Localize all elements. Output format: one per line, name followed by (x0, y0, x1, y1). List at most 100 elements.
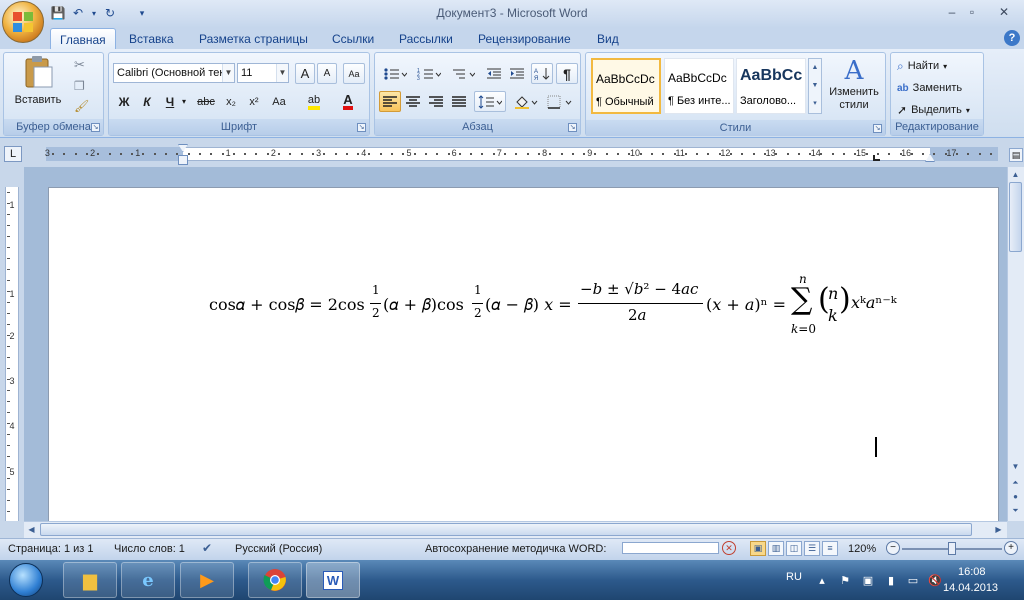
underline-button[interactable]: Ч (159, 91, 181, 112)
shrink-font-button[interactable]: A (317, 63, 337, 84)
scroll-down-icon[interactable]: ▼ (1009, 460, 1022, 473)
explorer-taskbar-button[interactable]: ▆ (63, 562, 117, 598)
tab-insert[interactable]: Вставка (120, 28, 183, 50)
bullets-button[interactable] (379, 63, 411, 84)
shading-button[interactable] (511, 91, 541, 112)
scroll-right-icon[interactable]: ▶ (992, 523, 1005, 536)
view-ruler-icon[interactable]: ▤ (1009, 148, 1023, 162)
tab-stop-selector[interactable]: L (4, 146, 22, 162)
style-normal[interactable]: AaBbCcDc ¶ Обычный (591, 58, 661, 114)
network-icon[interactable]: ▮ (884, 574, 898, 588)
multilevel-list-button[interactable] (447, 63, 479, 84)
chevron-down-icon[interactable]: ▼ (809, 77, 821, 95)
underline-dropdown-icon[interactable]: ▾ (182, 97, 186, 106)
browse-object-icon[interactable]: ● (1009, 490, 1022, 503)
decrease-indent-button[interactable] (483, 63, 505, 84)
clipboard-launcher-icon[interactable]: ↘ (91, 123, 100, 132)
language[interactable]: Русский (Россия) (235, 543, 322, 555)
chrome-taskbar-button[interactable] (248, 562, 302, 598)
chevron-down-icon[interactable]: ▼ (276, 64, 288, 82)
replace-button[interactable]: ab Заменить (897, 79, 981, 97)
view-draft-icon[interactable]: ≡ (822, 541, 838, 556)
clock-time[interactable]: 16:08 (958, 566, 986, 578)
page-count[interactable]: Страница: 1 из 1 (8, 543, 94, 555)
zoom-in-icon[interactable]: + (1004, 541, 1018, 555)
cut-icon[interactable]: ✂ (74, 57, 85, 73)
media-player-taskbar-button[interactable]: ▶ (180, 562, 234, 598)
word-count[interactable]: Число слов: 1 (114, 543, 185, 555)
clear-format-button[interactable]: Aa (343, 63, 365, 84)
next-page-icon[interactable]: ⏷ (1009, 504, 1022, 517)
left-tab-stop[interactable] (873, 155, 880, 161)
ie-taskbar-button[interactable]: e (121, 562, 175, 598)
sort-button[interactable]: АЯ (531, 63, 553, 84)
align-left-button[interactable] (379, 91, 401, 112)
document-page[interactable] (48, 187, 999, 527)
scroll-up-icon[interactable]: ▲ (1009, 168, 1022, 181)
strikethrough-button[interactable]: abc (193, 91, 219, 112)
font-name-combo[interactable]: Calibri (Основной текст) ▼ (113, 63, 235, 83)
align-center-button[interactable] (402, 91, 424, 112)
previous-page-icon[interactable]: ⏶ (1009, 476, 1022, 489)
grow-font-button[interactable]: A (295, 63, 315, 84)
view-full-screen-icon[interactable]: ▥ (768, 541, 784, 556)
volume-muted-icon[interactable]: 🔇 (928, 574, 942, 588)
more-styles-icon[interactable]: ▾ (809, 95, 821, 113)
tab-review[interactable]: Рецензирование (469, 28, 580, 50)
scroll-left-icon[interactable]: ◀ (25, 523, 38, 536)
align-right-button[interactable] (425, 91, 447, 112)
close-button[interactable]: ✕ (990, 2, 1018, 22)
zoom-level[interactable]: 120% (848, 543, 876, 555)
word-taskbar-button[interactable]: W (306, 562, 360, 598)
help-icon[interactable]: ? (1004, 30, 1020, 46)
style-no-spacing[interactable]: AaBbCcDc ¶ Без инте... (664, 58, 734, 114)
horizontal-scroll-thumb[interactable] (40, 523, 972, 536)
power-icon[interactable]: ▭ (906, 574, 920, 588)
left-indent-marker[interactable] (178, 155, 188, 165)
view-web-layout-icon[interactable]: ◫ (786, 541, 802, 556)
styles-gallery-scroll[interactable]: ▲ ▼ ▾ (808, 58, 822, 114)
view-print-layout-icon[interactable]: ▣ (750, 541, 766, 556)
justify-button[interactable] (448, 91, 470, 112)
increase-indent-button[interactable] (506, 63, 528, 84)
zoom-out-icon[interactable]: − (886, 541, 900, 555)
show-formatting-button[interactable]: ¶ (556, 63, 578, 84)
style-heading1[interactable]: AaBbCc Заголово... (736, 58, 806, 114)
proofing-icon[interactable]: ✔ (202, 541, 212, 555)
font-size-combo[interactable]: 11 ▼ (237, 63, 289, 83)
superscript-button[interactable]: x² (243, 91, 265, 112)
find-button[interactable]: ⌕ Найти ▾ (897, 57, 981, 75)
chevron-up-icon[interactable]: ▲ (809, 59, 821, 77)
show-hidden-icons-icon[interactable]: ▴ (815, 574, 829, 588)
cancel-autosave-icon[interactable]: ✕ (722, 541, 736, 555)
device-icon[interactable]: ▣ (861, 574, 875, 588)
vertical-scroll-thumb[interactable] (1009, 182, 1022, 252)
input-language[interactable]: RU (786, 571, 802, 583)
tab-mailings[interactable]: Рассылки (390, 28, 462, 50)
start-button[interactable] (2, 560, 50, 600)
font-launcher-icon[interactable]: ↘ (357, 123, 366, 132)
format-painter-icon[interactable]: 🖌 (74, 99, 89, 113)
tab-page-layout[interactable]: Разметка страницы (190, 28, 317, 50)
borders-button[interactable] (543, 91, 577, 112)
maximize-button[interactable]: ▫ (958, 2, 986, 22)
styles-launcher-icon[interactable]: ↘ (873, 124, 882, 133)
numbering-button[interactable]: 123 (413, 63, 445, 84)
paragraph-launcher-icon[interactable]: ↘ (568, 123, 577, 132)
font-color-button[interactable]: A (333, 91, 363, 112)
tab-references[interactable]: Ссылки (323, 28, 383, 50)
tab-home[interactable]: Главная (50, 28, 116, 50)
tab-view[interactable]: Вид (588, 28, 628, 50)
change-case-button[interactable]: Аа (266, 91, 292, 112)
subscript-button[interactable]: x₂ (220, 91, 242, 112)
highlight-button[interactable]: ab (299, 91, 329, 112)
clock-date[interactable]: 14.04.2013 (943, 582, 998, 594)
italic-button[interactable]: К (136, 91, 158, 112)
action-center-flag-icon[interactable]: ⚑ (838, 574, 852, 588)
select-button[interactable]: ➚ Выделить ▾ (897, 101, 981, 119)
chevron-down-icon[interactable]: ▼ (222, 64, 234, 82)
change-styles-button[interactable]: A Изменить стили (825, 56, 883, 118)
bold-button[interactable]: Ж (113, 91, 135, 112)
line-spacing-button[interactable] (474, 91, 506, 112)
copy-icon[interactable]: ❐ (74, 79, 85, 93)
